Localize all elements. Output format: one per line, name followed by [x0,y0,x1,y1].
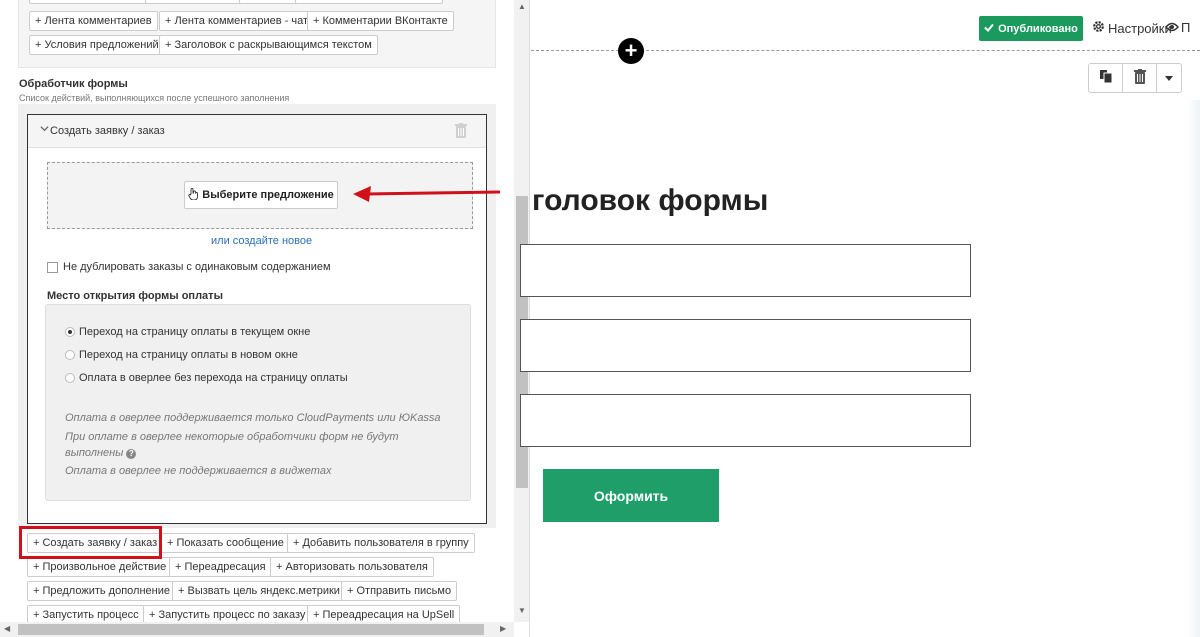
delete-block-button[interactable] [1123,64,1157,92]
block-type-partial-4[interactable] [295,0,443,4]
scroll-left-icon[interactable]: ◀ [4,624,10,633]
horizontal-scrollbar[interactable]: ◀ ▶ [0,622,514,637]
block-types-box: + Лента комментариев + Лента комментарие… [18,0,496,68]
horizontal-scroll-thumb[interactable] [18,624,484,635]
add-action-upsell-redirect[interactable]: + Переадресация на UpSell [307,605,461,622]
highlight-box [19,526,162,559]
add-block-plus-icon[interactable]: + [618,38,644,64]
note-overlay-providers: Оплата в оверлее поддерживается только C… [65,412,441,424]
scroll-right-icon[interactable]: ▶ [500,624,506,633]
add-action-show-message[interactable]: + Показать сообщение [161,533,290,553]
block-type-partial-1[interactable] [29,0,151,4]
add-action-authorize-user[interactable]: + Авторизовать пользователя [270,557,434,577]
action-card-title: Создать заявку / заказ [50,125,165,137]
radio-row-new-window[interactable]: Переход на страницу оплаты в новом окне [65,349,298,361]
question-icon[interactable]: ? [126,449,137,459]
radio-new-window[interactable] [65,350,75,360]
trash-icon [1133,69,1146,87]
radio-row-current-window[interactable]: Переход на страницу оплаты в текущем окн… [65,326,310,338]
block-type-comments-chat[interactable]: + Лента комментариев - чат [159,11,315,31]
scroll-up-icon[interactable]: ▲ [518,2,526,11]
add-action-add-user-group[interactable]: + Добавить пользователя в группу [287,533,475,553]
check-icon [984,23,994,35]
gear-icon [1092,20,1105,36]
hand-pointer-icon [188,187,199,203]
form-handler-title: Обработчик формы [19,78,128,90]
add-action-upsell-offer[interactable]: + Предложить дополнение [27,581,176,601]
choose-offer-button[interactable]: Выберите предложение [184,181,338,209]
vertical-scrollbar[interactable]: ▲ ▼ [514,0,529,622]
left-scroll-area: + Лента комментариев + Лента комментарие… [0,0,514,622]
form-input-3[interactable] [520,394,971,447]
right-edge-panel [1187,100,1200,637]
settings-link[interactable]: Настройки [1092,20,1172,36]
payment-location-title: Место открытия формы оплаты [47,290,223,302]
note-overlay-handlers-cont: выполнены ? [65,446,137,461]
radio-label-overlay: Оплата в оверлее без перехода на страниц… [79,372,348,384]
published-label: Опубликовано [998,22,1078,35]
form-heading: головок формы [532,184,769,217]
submit-button[interactable]: Оформить [543,469,719,522]
settings-label: Настройки [1108,20,1172,36]
note-overlay-handlers: При оплате в оверлее некоторые обработчи… [65,431,399,443]
add-action-redirect[interactable]: + Переадресация [169,557,272,577]
block-type-partial-2[interactable] [145,0,253,4]
copy-icon [1099,70,1112,86]
radio-label-new-window: Переход на страницу оплаты в новом окне [79,349,298,361]
block-type-vk-comments[interactable]: + Комментарии ВКонтакте [307,11,454,31]
chevron-down-icon[interactable] [40,124,49,136]
note-overlay-handlers-cont-text: выполнены [65,447,124,459]
add-action-yandex-goal[interactable]: + Вызвать цель яндекс.метрики [172,581,346,601]
form-handler-subtitle: Список действий, выполняющихся после усп… [19,93,290,103]
eye-icon [1165,20,1179,35]
block-more-dropdown[interactable] [1157,64,1181,92]
published-button[interactable]: Опубликовано [979,16,1083,41]
block-toolbar [1088,63,1182,93]
radio-current-window[interactable] [65,327,75,337]
copy-block-button[interactable] [1089,64,1123,92]
block-type-expandable-heading[interactable]: + Заголовок с раскрывающимся текстом [159,35,378,55]
radio-label-current-window: Переход на страницу оплаты в текущем окн… [79,326,311,338]
form-input-1[interactable] [520,244,971,297]
scroll-down-icon[interactable]: ▼ [518,606,526,615]
add-action-custom[interactable]: + Произвольное действие [27,557,173,577]
trash-icon[interactable] [455,123,469,139]
no-duplicates-row[interactable]: Не дублировать заказы с одинаковым содер… [47,261,331,273]
annotation-arrow-icon [353,186,501,202]
note-overlay-widgets: Оплата в оверлее не поддерживается в вид… [65,465,332,477]
block-type-offer-terms[interactable]: + Условия предложений [29,35,165,55]
form-input-2[interactable] [520,319,971,372]
create-new-offer-link[interactable]: или создайте новое [211,235,312,247]
radio-overlay[interactable] [65,373,75,383]
caret-down-icon [1165,72,1173,84]
preview-label: П [1181,20,1191,35]
add-action-send-email[interactable]: + Отправить письмо [341,581,458,601]
radio-row-overlay[interactable]: Оплата в оверлее без перехода на страниц… [65,372,348,384]
action-card-header[interactable]: Создать заявку / заказ [28,115,486,148]
no-duplicates-checkbox[interactable] [47,261,58,273]
block-type-comments-feed[interactable]: + Лента комментариев [29,11,158,31]
add-action-start-order-process[interactable]: + Запустить процесс по заказу [143,605,312,622]
preview-link[interactable]: П [1165,20,1190,35]
create-order-action-card: Создать заявку / заказ Выберите предложе… [27,114,487,524]
choose-offer-label: Выберите предложение [202,189,334,201]
left-settings-panel: + Лента комментариев + Лента комментарие… [0,0,530,637]
payment-options-box: Переход на страницу оплаты в текущем окн… [45,304,471,501]
no-duplicates-label: Не дублировать заказы с одинаковым содер… [63,261,331,273]
add-action-start-process[interactable]: + Запустить процесс [27,605,145,622]
